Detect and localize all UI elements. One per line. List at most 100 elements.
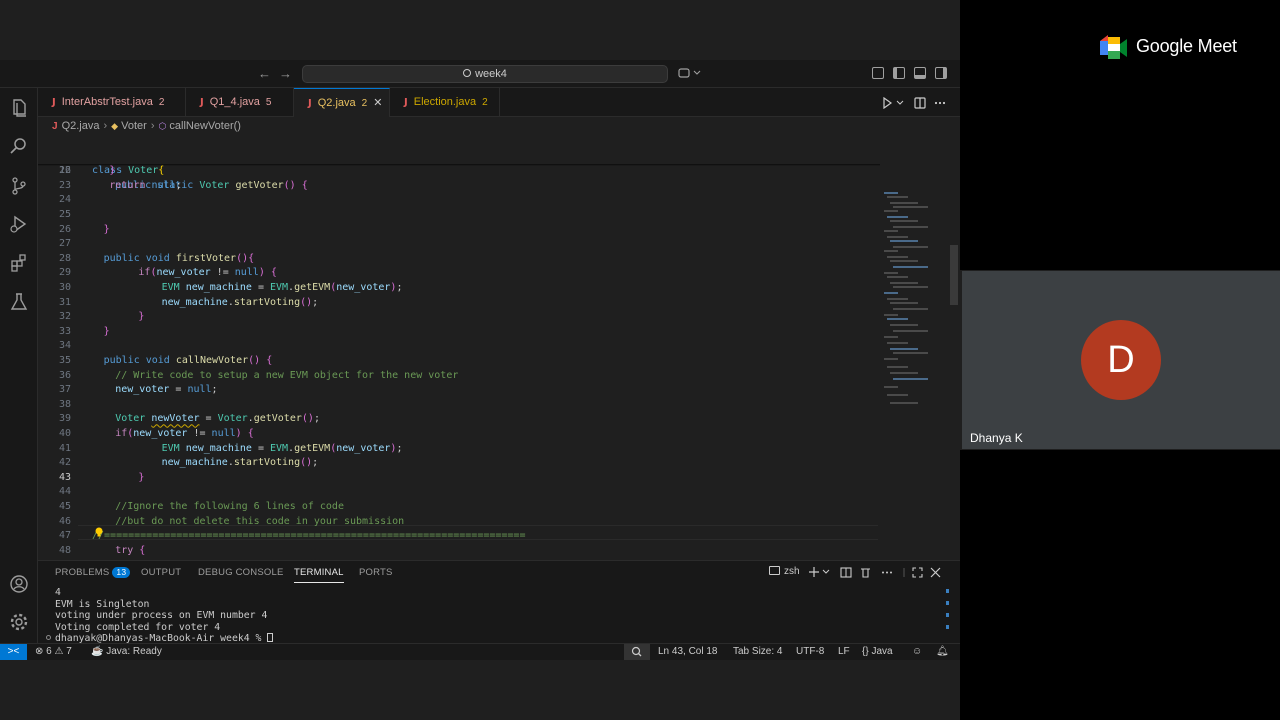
- tab-q2[interactable]: J Q2.java 2 ✕: [294, 88, 390, 117]
- tab-terminal[interactable]: TERMINAL: [294, 567, 344, 583]
- code-line[interactable]: 36 // Write code to setup a new EVM objec…: [38, 369, 880, 384]
- tab-q1-4[interactable]: J Q1_4.java 5: [186, 88, 294, 117]
- code-line[interactable]: 33}: [38, 325, 880, 340]
- code-line[interactable]: 24: [38, 193, 880, 208]
- run-icon[interactable]: [883, 97, 893, 109]
- editor-actions: [883, 97, 946, 109]
- code-line[interactable]: 29 if(new_voter != null) {: [38, 266, 880, 281]
- more-actions-icon[interactable]: [882, 571, 884, 574]
- code-line[interactable]: 23 return null;: [38, 179, 880, 194]
- terminal-line: Voting completed for voter 4: [55, 621, 221, 633]
- editor-scrollbar[interactable]: [948, 135, 960, 560]
- line-number: 45: [58, 501, 71, 512]
- new-terminal-icon[interactable]: [809, 567, 819, 577]
- copilot-status-icon[interactable]: ☺: [912, 644, 922, 660]
- tab-election[interactable]: J Election.java 2: [390, 88, 500, 117]
- code-line[interactable]: 46 //but do not delete this code in your …: [38, 515, 880, 530]
- more-actions-icon[interactable]: [934, 101, 938, 105]
- editor-tabs: J InterAbstrTest.java 2 J Q1_4.java 5 J Q2.ja…: [38, 88, 960, 117]
- line-number: 32: [58, 311, 71, 323]
- scrollbar-thumb[interactable]: [950, 245, 958, 305]
- class-icon: ◆: [111, 121, 119, 131]
- cursor-position[interactable]: Ln 43, Col 18: [658, 644, 718, 660]
- tab-debug-console[interactable]: DEBUG CONSOLE: [198, 567, 283, 578]
- code-line[interactable]: 39 Voter newVoter = Voter.getVoter();: [38, 412, 880, 427]
- code-line[interactable]: 28 public void firstVoter(){: [38, 252, 880, 267]
- remote-indicator[interactable]: ><: [0, 644, 27, 660]
- back-arrow-icon[interactable]: ←: [258, 66, 271, 81]
- search-icon[interactable]: [9, 136, 29, 156]
- toggle-secondary-sidebar-icon[interactable]: [935, 67, 947, 79]
- breadcrumb-method[interactable]: callNewVoter(): [169, 120, 241, 132]
- minimap-line: [884, 230, 898, 232]
- extensions-icon[interactable]: [9, 253, 29, 273]
- terminal-output[interactable]: 4 EVM is Singleton voting under process on…: [55, 587, 274, 645]
- code-line[interactable]: 26}: [38, 223, 880, 238]
- minimap-line: [884, 292, 898, 294]
- encoding[interactable]: UTF-8: [796, 644, 824, 660]
- sticky-line[interactable]: 3 class Voter{: [38, 135, 880, 176]
- tab-label: Q2.java: [317, 97, 356, 109]
- tab-interabstrtest[interactable]: J InterAbstrTest.java 2: [38, 88, 186, 117]
- testing-icon[interactable]: [9, 292, 29, 312]
- terminal-dropdown-icon[interactable]: [822, 569, 830, 574]
- line-number: 41: [58, 442, 71, 454]
- code-line[interactable]: 32}: [38, 310, 880, 325]
- code-editor[interactable]: 3 class Voter{ 16 public static Voter ge…: [38, 135, 960, 560]
- code-line[interactable]: 34: [38, 339, 880, 354]
- minimap-line: [884, 336, 898, 338]
- lightbulb-icon[interactable]: [94, 527, 104, 537]
- code-line[interactable]: 25: [38, 208, 880, 223]
- warning-icon: ⚠: [54, 646, 64, 657]
- code-line[interactable]: 42 new_machine.startVoting();: [38, 456, 880, 471]
- sticky-line[interactable]: 16 public static Voter getVoter() {: [38, 149, 880, 191]
- run-dropdown-icon[interactable]: [896, 100, 904, 105]
- explorer-icon[interactable]: [9, 98, 29, 118]
- close-icon[interactable]: ✕: [373, 97, 382, 109]
- breadcrumb-file[interactable]: Q2.java: [62, 120, 100, 132]
- forward-arrow-icon[interactable]: →: [279, 66, 292, 81]
- toggle-panel-icon[interactable]: [914, 67, 926, 79]
- code-line[interactable]: 44: [38, 485, 880, 500]
- breadcrumb-class[interactable]: Voter: [121, 120, 147, 132]
- end-of-line[interactable]: LF: [838, 644, 850, 660]
- maximize-panel-icon[interactable]: [912, 567, 923, 578]
- tab-ports[interactable]: PORTS: [359, 567, 393, 578]
- code-line[interactable]: 47 //====================================…: [38, 529, 880, 544]
- tab-output[interactable]: OUTPUT: [141, 567, 181, 578]
- toggle-primary-sidebar-icon[interactable]: [893, 67, 905, 79]
- code-line[interactable]: 40 if(new_voter != null) {: [38, 427, 880, 442]
- problems-status[interactable]: ⊗ 6 ⚠ 7: [35, 644, 72, 660]
- customize-layout-icon[interactable]: [872, 67, 884, 79]
- terminal-scrollbar[interactable]: [946, 587, 950, 637]
- run-debug-icon[interactable]: [9, 214, 29, 234]
- code-line[interactable]: 41 EVM new_machine = EVM.getEVM(new_voter…: [38, 442, 880, 457]
- manage-gear-icon[interactable]: [9, 612, 29, 632]
- close-panel-icon[interactable]: [930, 567, 941, 578]
- code-line[interactable]: 31 new_machine.startVoting();: [38, 296, 880, 311]
- code-line[interactable]: 45 //Ignore the following 6 lines of code: [38, 500, 880, 515]
- code-line[interactable]: 37 new_voter = null;: [38, 383, 880, 398]
- language-mode[interactable]: {} Java: [862, 644, 893, 660]
- command-decoration: [46, 635, 51, 640]
- copilot-icon[interactable]: [678, 67, 702, 79]
- tab-problems[interactable]: PROBLEMS 13: [55, 567, 131, 578]
- zoom-icon[interactable]: [624, 644, 650, 660]
- command-center-search[interactable]: week4: [302, 65, 668, 83]
- kill-terminal-icon[interactable]: [861, 568, 870, 578]
- code-line[interactable]: 38: [38, 398, 880, 413]
- line-number: 29: [58, 267, 71, 279]
- source-control-icon[interactable]: [9, 176, 29, 196]
- account-icon[interactable]: [9, 574, 29, 594]
- code-line[interactable]: 27: [38, 237, 880, 252]
- tab-size[interactable]: Tab Size: 4: [733, 644, 782, 660]
- code-line[interactable]: 43}: [38, 471, 880, 486]
- code-line[interactable]: 30 EVM new_machine = EVM.getEVM(new_voter…: [38, 281, 880, 296]
- java-status[interactable]: ☕ Java: Ready: [91, 644, 162, 660]
- code-line[interactable]: 35 public void callNewVoter() {: [38, 354, 880, 369]
- code-line[interactable]: 48 try {: [38, 544, 880, 559]
- minimap-line: [890, 240, 918, 242]
- terminal-shell-selector[interactable]: zsh: [769, 566, 800, 577]
- code-line[interactable]: 22}: [38, 164, 880, 179]
- notifications-bell-icon[interactable]: 🔔︎: [936, 644, 949, 660]
